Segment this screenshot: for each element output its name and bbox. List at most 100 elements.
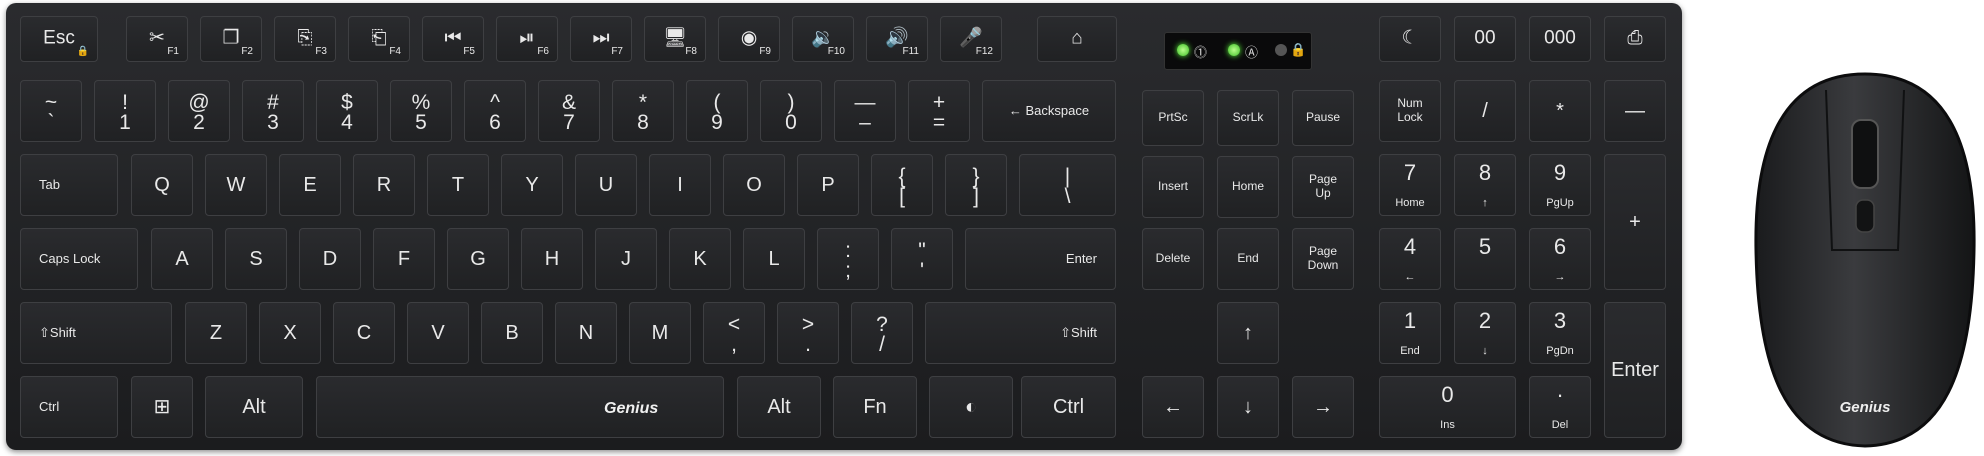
q-row-key-9[interactable]: O: [723, 154, 785, 216]
a-row-key-4[interactable]: F: [373, 228, 435, 290]
7-key[interactable]: & 7: [538, 80, 600, 142]
3-key[interactable]: #3: [242, 80, 304, 142]
numpad-decimal-key[interactable]: · Del: [1529, 376, 1591, 438]
q-row-key-4[interactable]: R: [353, 154, 415, 216]
z-row-key-6[interactable]: N: [555, 302, 617, 364]
backslash-key[interactable]: | \: [1019, 154, 1116, 216]
a-row-key-9[interactable]: L: [743, 228, 805, 290]
home-key[interactable]: Home: [1217, 156, 1279, 218]
z-row-key-7[interactable]: M: [629, 302, 691, 364]
2-key[interactable]: @2: [168, 80, 230, 142]
f4-key[interactable]: ⎗ F4: [348, 16, 410, 62]
q-row-key-7[interactable]: U: [575, 154, 637, 216]
z-row-key-5[interactable]: B: [481, 302, 543, 364]
numpad-5-key[interactable]: 5: [1454, 228, 1516, 290]
left-ctrl-key[interactable]: Ctrl: [20, 376, 118, 438]
f7-key[interactable]: ⏭ F7: [570, 16, 632, 62]
q-row-key-10[interactable]: P: [797, 154, 859, 216]
z-row-key-1[interactable]: Z: [185, 302, 247, 364]
numpad-enter-key[interactable]: Enter: [1604, 302, 1666, 438]
down-arrow-key[interactable]: ↓: [1217, 376, 1279, 438]
f9-key[interactable]: ◉ F9: [718, 16, 780, 62]
q-row-key-5[interactable]: T: [427, 154, 489, 216]
a-row-key-3[interactable]: D: [299, 228, 361, 290]
end-key[interactable]: End: [1217, 228, 1279, 290]
numpad-7-key[interactable]: 7 Home: [1379, 154, 1441, 216]
numpad-4-key[interactable]: 4 ←: [1379, 228, 1441, 290]
left-arrow-key[interactable]: ←: [1142, 376, 1204, 438]
f1-key[interactable]: ✂ F1: [126, 16, 188, 62]
period-key[interactable]: >.: [777, 302, 839, 364]
semicolon-key[interactable]: :;: [817, 228, 879, 290]
0-key[interactable]: ) 0: [760, 80, 822, 142]
right-ctrl-key[interactable]: Ctrl: [1021, 376, 1116, 438]
scrlk-key[interactable]: ScrLk: [1217, 90, 1279, 146]
a-row-key-2[interactable]: S: [225, 228, 287, 290]
f3-key[interactable]: ⎘ F3: [274, 16, 336, 62]
8-key[interactable]: * 8: [612, 80, 674, 142]
equals-key[interactable]: + =: [908, 80, 970, 142]
9-key[interactable]: (9: [686, 80, 748, 142]
minus-key[interactable]: — –: [834, 80, 896, 142]
copilot-key[interactable]: ◐: [929, 376, 1013, 438]
quote-key[interactable]: " ': [891, 228, 953, 290]
esc-key[interactable]: Esc 🔒: [20, 16, 98, 62]
1-key[interactable]: ! 1: [94, 80, 156, 142]
calculator-key[interactable]: ⎙: [1604, 16, 1666, 62]
triple-zero-key[interactable]: 000: [1529, 16, 1591, 62]
numpad-3-key[interactable]: 3 PgDn: [1529, 302, 1591, 364]
q-row-key-2[interactable]: W: [205, 154, 267, 216]
pause-key[interactable]: Pause: [1292, 90, 1354, 146]
fn-key[interactable]: Fn: [833, 376, 917, 438]
up-arrow-key[interactable]: ↑: [1217, 302, 1279, 364]
numpad-0-key[interactable]: 0 Ins: [1379, 376, 1516, 438]
f12-key[interactable]: 🎤 F12: [940, 16, 1002, 62]
z-row-key-2[interactable]: X: [259, 302, 321, 364]
scroll-wheel[interactable]: [1851, 119, 1879, 189]
delete-key[interactable]: Delete: [1142, 228, 1204, 290]
numpad-1-key[interactable]: 1 End: [1379, 302, 1441, 364]
f8-key[interactable]: 🖥 F8: [644, 16, 706, 62]
q-row-key-8[interactable]: I: [649, 154, 711, 216]
home-page-key[interactable]: ⌂: [1037, 16, 1117, 62]
numpad-9-key[interactable]: 9 PgUp: [1529, 154, 1591, 216]
left-shift-key[interactable]: ⇧Shift: [20, 302, 172, 364]
5-key[interactable]: % 5: [390, 80, 452, 142]
z-row-key-3[interactable]: C: [333, 302, 395, 364]
q-row-key-3[interactable]: E: [279, 154, 341, 216]
windows-key[interactable]: ⊞: [131, 376, 193, 438]
right-arrow-key[interactable]: →: [1292, 376, 1354, 438]
numpad-divide-key[interactable]: /: [1454, 80, 1516, 142]
numpad-plus-key[interactable]: +: [1604, 154, 1666, 290]
page-down-key[interactable]: Page Down: [1292, 228, 1354, 290]
backtick-key[interactable]: ~ `: [20, 80, 82, 142]
right-shift-key[interactable]: ⇧Shift: [925, 302, 1116, 364]
6-key[interactable]: ^ 6: [464, 80, 526, 142]
f6-key[interactable]: ⏯ F6: [496, 16, 558, 62]
double-zero-key[interactable]: 00: [1454, 16, 1516, 62]
z-row-key-4[interactable]: V: [407, 302, 469, 364]
tab-key[interactable]: Tab: [20, 154, 118, 216]
enter-key[interactable]: Enter: [965, 228, 1116, 290]
prtsc-key[interactable]: PrtSc: [1142, 90, 1204, 146]
left-bracket-key[interactable]: {[: [871, 154, 933, 216]
a-row-key-6[interactable]: H: [521, 228, 583, 290]
4-key[interactable]: $4: [316, 80, 378, 142]
f5-key[interactable]: ⏮ F5: [422, 16, 484, 62]
a-row-key-8[interactable]: K: [669, 228, 731, 290]
numpad-8-key[interactable]: 8 ↑: [1454, 154, 1516, 216]
f10-key[interactable]: 🔉 F10: [792, 16, 854, 62]
q-row-key-1[interactable]: Q: [131, 154, 193, 216]
insert-key[interactable]: Insert: [1142, 156, 1204, 218]
a-row-key-5[interactable]: G: [447, 228, 509, 290]
numpad-multiply-key[interactable]: *: [1529, 80, 1591, 142]
numpad-minus-key[interactable]: —: [1604, 80, 1666, 142]
sleep-key[interactable]: ☾: [1379, 16, 1441, 62]
backspace-key[interactable]: ← Backspace: [982, 80, 1116, 142]
num-lock-key[interactable]: Num Lock: [1379, 80, 1441, 142]
left-alt-key[interactable]: Alt: [205, 376, 303, 438]
a-row-key-1[interactable]: A: [151, 228, 213, 290]
page-up-key[interactable]: Page Up: [1292, 156, 1354, 218]
caps-lock-key[interactable]: Caps Lock: [20, 228, 138, 290]
dpi-button[interactable]: [1855, 199, 1875, 233]
